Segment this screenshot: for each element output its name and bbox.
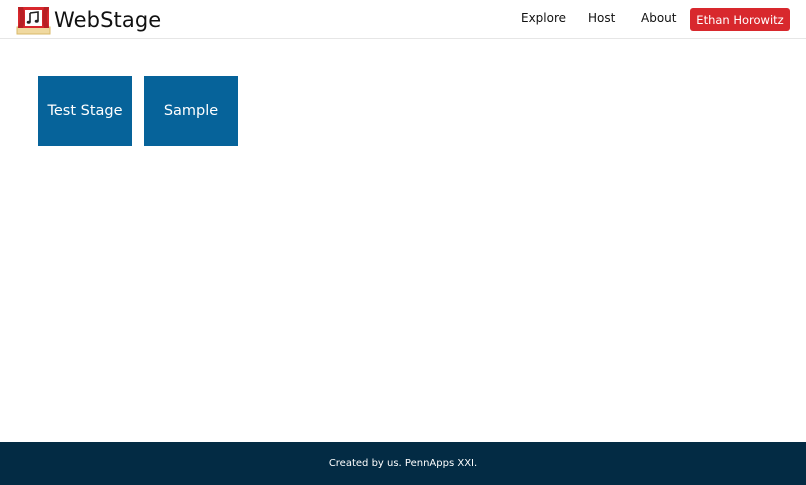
stage-tile-test-stage[interactable]: Test Stage (38, 76, 132, 146)
brand[interactable]: WebStage (16, 5, 161, 35)
footer: Created by us. PennApps XXI. (0, 442, 806, 485)
nav-host-link[interactable]: Host (588, 11, 615, 25)
nav-about-link[interactable]: About (641, 11, 676, 25)
top-nav-bar: WebStage Explore Host About Ethan Horowi… (0, 0, 806, 39)
nav-explore-link[interactable]: Explore (521, 11, 566, 25)
user-profile-button[interactable]: Ethan Horowitz (690, 8, 790, 31)
stage-tile-label: Sample (163, 103, 219, 119)
stage-logo-icon (16, 7, 51, 35)
stage-tile-label: Test Stage (47, 103, 123, 119)
footer-credit-text: Created by us. PennApps XXI. (328, 458, 478, 469)
brand-name: WebStage (54, 8, 162, 32)
stage-tile-sample[interactable]: Sample (144, 76, 238, 146)
